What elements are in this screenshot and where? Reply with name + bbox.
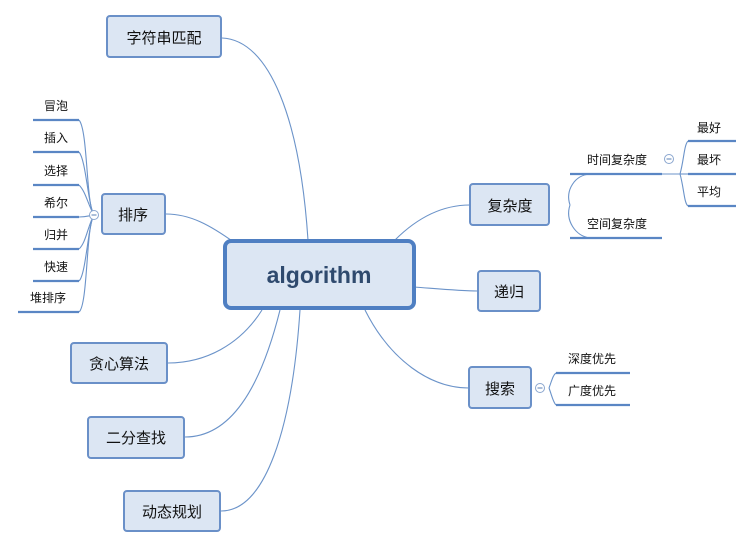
root-label: algorithm [267,262,372,288]
node-sorting[interactable]: 排序 [101,193,166,235]
search-leaves: 深度优先 广度优先 [568,351,616,398]
node-greedy[interactable]: 贪心算法 [70,342,168,384]
leaf-average-case[interactable]: 平均 [697,185,721,199]
node-label: 贪心算法 [89,355,149,373]
connector-complexity [394,204,471,241]
leaf-bubble-sort[interactable]: 冒泡 [44,99,68,113]
node-label: 递归 [494,283,524,301]
connector-binary-search [184,309,281,438]
node-string-matching[interactable]: 字符串匹配 [106,15,222,58]
node-label: 排序 [118,206,148,224]
leaf-heap-sort[interactable]: 堆排序 [30,290,66,305]
connector-sorting [165,213,236,244]
leaf-time-complexity[interactable]: 时间复杂度 [587,152,647,167]
connector-string-matching [221,37,309,241]
leaf-space-complexity[interactable]: 空间复杂度 [587,216,647,231]
connector-recursion [413,286,479,292]
node-label: 二分查找 [106,429,166,447]
sorting-subtree [18,118,95,314]
leaf-quick-sort[interactable]: 快速 [44,260,68,274]
leaf-worst-case[interactable]: 最坏 [697,153,721,167]
leaf-breadth-first[interactable]: 广度优先 [568,383,616,398]
node-recursion[interactable]: 递归 [477,270,541,312]
connector-dynamic-programming [220,309,301,512]
complexity-leaves: 时间复杂度 空间复杂度 最好 最坏 平均 [587,121,721,231]
connector-search [364,309,470,389]
connector-greedy [167,309,263,364]
node-label: 动态规划 [142,503,202,521]
root-node[interactable]: algorithm [223,239,416,310]
mind-map-canvas: 字符串匹配 排序 贪心算法 二分查找 动态规划 复杂度 递归 搜索 algori… [18,15,736,532]
node-binary-search[interactable]: 二分查找 [87,416,185,459]
leaf-selection-sort[interactable]: 选择 [44,164,68,178]
leaf-depth-first[interactable]: 深度优先 [568,351,616,366]
node-complexity[interactable]: 复杂度 [469,183,550,226]
minus-circle-icon[interactable] [89,210,99,220]
leaf-merge-sort[interactable]: 归并 [44,228,68,242]
node-label: 搜索 [485,380,515,398]
leaf-shell-sort[interactable]: 希尔 [44,195,68,210]
node-label: 字符串匹配 [126,29,201,47]
node-label: 复杂度 [487,197,532,215]
minus-circle-icon[interactable] [664,154,674,164]
node-search[interactable]: 搜索 [468,366,532,409]
leaf-best-case[interactable]: 最好 [697,121,721,135]
leaf-insertion-sort[interactable]: 插入 [44,131,68,145]
sorting-leaves: 冒泡 插入 选择 希尔 归并 快速 堆排序 [30,99,68,305]
node-dynamic-programming[interactable]: 动态规划 [123,490,221,532]
minus-circle-icon[interactable] [535,383,545,393]
